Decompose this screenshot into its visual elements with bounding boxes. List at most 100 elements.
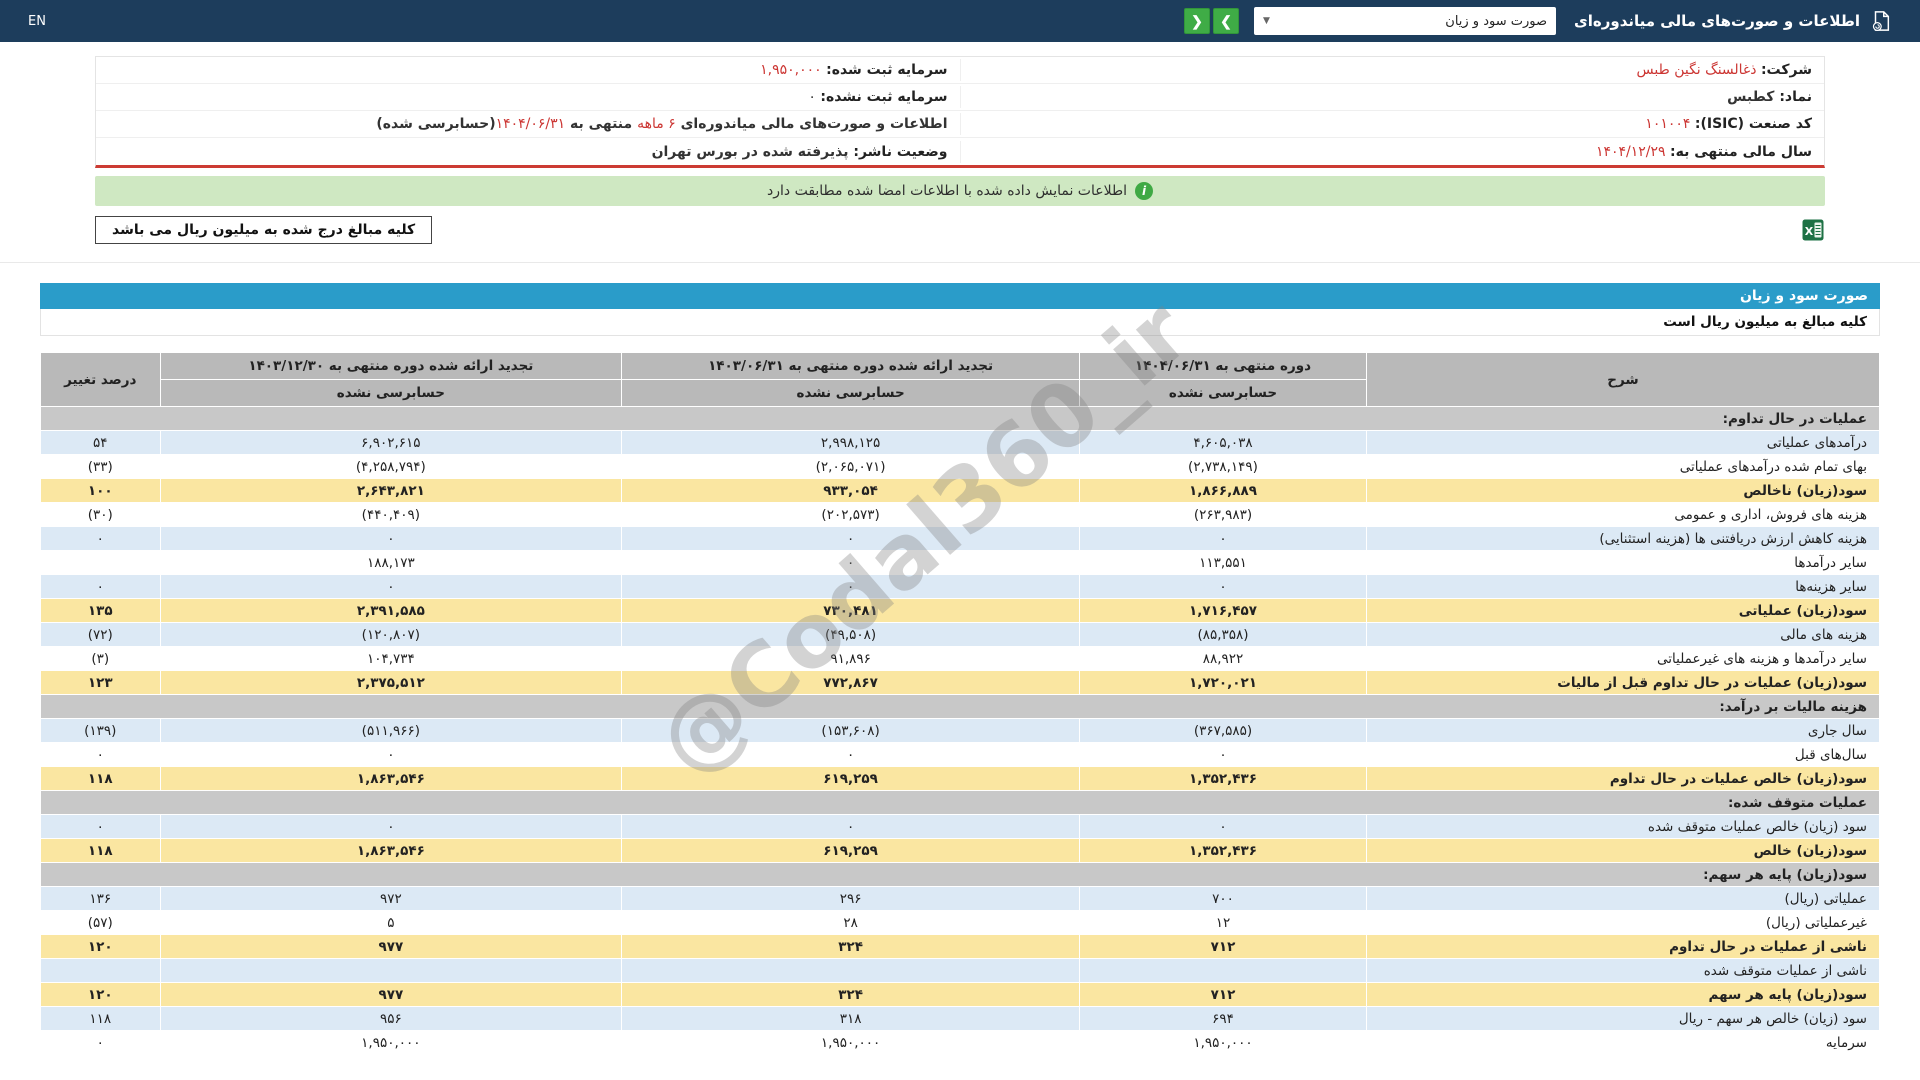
row-label: هزینه های فروش، اداری و عمومی [1365, 502, 1881, 527]
statement-table: شرح دوره منتهی به ۱۴۰۴/۰۶/۳۱ تجدید ارائه… [40, 352, 1881, 1055]
table-row: ناشی از عملیات متوقف شده [40, 958, 1881, 983]
table-row: بهای تمام شده درآمدهای عملیاتی (۲,۷۳۸,۱۴۹… [40, 454, 1881, 479]
value-cell: ۰ [159, 814, 623, 839]
value-cell: ۱,۷۲۰,۰۲۱ [1079, 670, 1367, 695]
value-cell: (۲۶۳,۹۸۳) [1079, 502, 1367, 527]
value-cell: ۰ [621, 814, 1081, 839]
table-row: درآمدهای عملیاتی ۴,۶۰۵,۰۳۸ ۲,۹۹۸,۱۲۵ ۶,۹۰۲,… [40, 430, 1881, 455]
statement-title-bar: صورت سود و زیان [40, 283, 1880, 309]
profit-loss-statement-section: صورت سود و زیان کلیه مبالغ به میلیون ریا… [40, 280, 1881, 1055]
value-cell: ۱۸۸,۱۷۳ [159, 550, 623, 575]
section-label: هزینه مالیات بر درآمد: [40, 694, 1880, 719]
value-cell: ۱,۹۵۰,۰۰۰ [1079, 1030, 1367, 1055]
row-label: ناشی از عملیات در حال تداوم [1365, 934, 1881, 959]
value-cell: ۴,۶۰۵,۰۳۸ [1079, 430, 1367, 455]
column-header-period-3: تجدید ارائه شده دوره منتهی به ۱۴۰۳/۱۲/۳۰ [159, 352, 623, 380]
page: { "topbar": { "title": "اطلاعات و صورت‌ه… [0, 0, 1920, 1080]
change-percent-cell: ۱۳۶ [40, 886, 161, 911]
row-label: غیرعملیاتی (ریال) [1365, 910, 1881, 935]
change-percent-cell: (۳) [40, 646, 161, 671]
change-percent-cell: (۳۳) [40, 454, 161, 479]
section-divider [0, 262, 1920, 263]
row-label: سایر هزینه‌ها [1365, 574, 1881, 599]
audit-status-period-1: حسابرسی نشده [1079, 379, 1367, 407]
section-row: عملیات متوقف شده: [40, 790, 1880, 815]
next-report-button[interactable]: ❯ [1213, 8, 1240, 34]
value-cell: ۸۸,۹۲۲ [1079, 646, 1367, 671]
value-cell: ۰ [1079, 526, 1367, 551]
value-cell: ۷۷۲,۸۶۷ [621, 670, 1081, 695]
row-label: ناشی از عملیات متوقف شده [1365, 958, 1881, 983]
table-row: سایر هزینه‌ها ۰ ۰ ۰ ۰ [40, 574, 1881, 599]
table-row: هزینه های فروش، اداری و عمومی (۲۶۳,۹۸۳) (۲… [40, 502, 1881, 527]
value-cell: ۷۱۲ [1079, 934, 1367, 959]
value-cell: (۵۱۱,۹۶۶) [159, 718, 623, 743]
company-info-cell: نماد: کطبس [959, 86, 1825, 108]
company-info-row: سال مالی منتهی به: ۱۴۰۴/۱۲/۲۹ وضعیت ناشر:… [96, 138, 1824, 165]
value-cell: ۹۷۷ [159, 982, 623, 1007]
change-percent-cell: ۱۱۸ [40, 838, 161, 863]
value-cell: (۴,۲۵۸,۷۹۴) [159, 454, 623, 479]
value-cell: ۵ [159, 910, 623, 935]
audit-status-period-2: حسابرسی نشده [621, 379, 1081, 407]
row-label: سایر درآمدها و هزینه های غیرعملیاتی [1365, 646, 1881, 671]
row-label: سود (زیان) خالص هر سهم - ریال [1365, 1006, 1881, 1031]
value-cell: ۲,۳۹۱,۵۸۵ [159, 598, 623, 623]
table-row: سال جاری (۳۶۷,۵۸۵) (۱۵۳,۶۰۸) (۵۱۱,۹۶۶) (۱۳۹) [40, 718, 1881, 743]
company-info-row: کد صنعت (ISIC): ۱۰۱۰۰۴ اطلاعات و صورت‌های… [96, 111, 1824, 138]
value-cell [1079, 958, 1367, 983]
table-row: سود(زیان) ناخالص ۱,۸۶۶,۸۸۹ ۹۳۳,۰۵۴ ۲,۶۴۳,۸۲… [40, 478, 1881, 503]
report-type-select[interactable]: صورت سود و زیان ▼ [1254, 7, 1557, 35]
report-type-selected-value: صورت سود و زیان [1445, 13, 1548, 29]
change-percent-cell: ۰ [40, 814, 161, 839]
value-cell: ۰ [159, 526, 623, 551]
change-percent-cell: ۱۱۸ [40, 766, 161, 791]
language-switch-link[interactable]: EN [28, 14, 46, 29]
row-label: هزینه های مالی [1365, 622, 1881, 647]
value-cell: ۱,۳۵۲,۴۳۶ [1079, 838, 1367, 863]
excel-export-icon[interactable]: X [1801, 218, 1825, 242]
row-label: سود(زیان) عملیاتی [1365, 598, 1881, 623]
column-header-period-1: دوره منتهی به ۱۴۰۴/۰۶/۳۱ [1079, 352, 1367, 380]
value-cell: ۲,۶۴۳,۸۲۱ [159, 478, 623, 503]
value-cell: ۶۹۴ [1079, 1006, 1367, 1031]
statement-unit-note: کلیه مبالغ به میلیون ریال است [40, 309, 1880, 336]
value-cell: ۹۷۷ [159, 934, 623, 959]
value-cell: ۰ [1079, 814, 1367, 839]
row-label: سرمایه [1365, 1030, 1881, 1055]
value-cell: ۳۱۸ [621, 1006, 1081, 1031]
signature-match-text: اطلاعات نمایش داده شده با اطلاعات امضا ش… [767, 183, 1127, 199]
table-row: غیرعملیاتی (ریال) ۱۲ ۲۸ ۵ (۵۷) [40, 910, 1881, 935]
value-cell: ۱,۳۵۲,۴۳۶ [1079, 766, 1367, 791]
previous-report-button[interactable]: ❮ [1184, 8, 1211, 34]
report-nav-buttons: ❯ ❮ [1184, 8, 1240, 34]
row-label: بهای تمام شده درآمدهای عملیاتی [1365, 454, 1881, 479]
top-navigation-bar: اطلاعات و صورت‌های مالی میاندوره‌ای صورت… [0, 0, 1920, 42]
change-percent-cell: ۰ [40, 1030, 161, 1055]
audit-status-period-3: حسابرسی نشده [159, 379, 623, 407]
row-label: سود(زیان) خالص عملیات در حال تداوم [1365, 766, 1881, 791]
change-percent-cell: ۰ [40, 526, 161, 551]
section-label: عملیات متوقف شده: [40, 790, 1880, 815]
row-label: سال جاری [1365, 718, 1881, 743]
table-row: سود (زیان) خالص هر سهم - ریال ۶۹۴ ۳۱۸ ۹۵۶ ۱۱… [40, 1006, 1881, 1031]
value-cell: ۰ [621, 550, 1081, 575]
change-percent-cell: ۱۲۰ [40, 982, 161, 1007]
value-cell: ۰ [159, 574, 623, 599]
section-row: سود(زیان) پایه هر سهم: [40, 862, 1880, 887]
value-cell: ۳۲۴ [621, 982, 1081, 1007]
value-cell: ۲۹۶ [621, 886, 1081, 911]
change-percent-cell: (۱۳۹) [40, 718, 161, 743]
info-icon: i [1135, 182, 1153, 200]
table-row: سایر درآمدها و هزینه های غیرعملیاتی ۸۸,۹۲… [40, 646, 1881, 671]
table-row: سال‌های قبل ۰ ۰ ۰ ۰ [40, 742, 1881, 767]
row-label: سود(زیان) ناخالص [1365, 478, 1881, 503]
row-label: عملیاتی (ریال) [1365, 886, 1881, 911]
row-label: هزینه کاهش ارزش دریافتنی ها (هزینه استثن… [1365, 526, 1881, 551]
company-info-cell: شرکت: ذغالسنگ نگین طبس [959, 59, 1825, 81]
chevron-down-icon: ▼ [1263, 16, 1270, 26]
value-cell: (۴۴۰,۴۰۹) [159, 502, 623, 527]
company-info-row: شرکت: ذغالسنگ نگین طبس سرمایه ثبت شده: ۱,… [96, 57, 1824, 84]
note-row: X کلیه مبالغ درج شده به میلیون ریال می ب… [95, 216, 1825, 244]
row-label: سایر درآمدها [1365, 550, 1881, 575]
